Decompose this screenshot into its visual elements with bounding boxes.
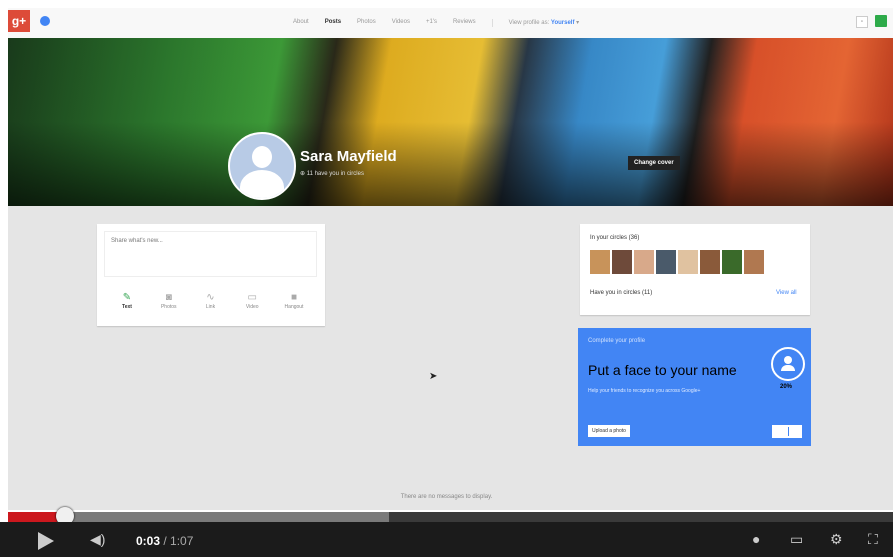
gplus-topbar: g+ About Posts Photos Videos +1's Review…: [8, 8, 893, 39]
in-your-circles-title[interactable]: In your circles (36): [590, 235, 639, 241]
camera-icon: ◙: [165, 292, 172, 303]
share-link-button[interactable]: ∿ Link: [196, 292, 226, 310]
share-link-label: Link: [205, 304, 216, 310]
play-icon[interactable]: [38, 532, 54, 550]
complete-card-pager[interactable]: [772, 425, 802, 438]
circle-member-avatar[interactable]: [722, 250, 742, 274]
complete-profile-label: Complete your profile: [588, 338, 646, 344]
video-progress-bar[interactable]: [8, 512, 893, 522]
complete-profile-subtitle: Help your friends to recognize you acros…: [588, 388, 701, 394]
profile-icon[interactable]: [40, 16, 50, 26]
view-as[interactable]: View profile as: Yourself ▾: [509, 19, 580, 27]
circle-member-avatar[interactable]: [700, 250, 720, 274]
change-cover-button[interactable]: Change cover: [628, 156, 680, 170]
view-as-value[interactable]: Yourself: [551, 20, 575, 26]
have-you-in-circles[interactable]: Have you in circles (11): [590, 290, 652, 296]
link-icon: ∿: [206, 292, 215, 303]
settings-icon[interactable]: ▫: [856, 16, 868, 28]
complete-profile-title: Put a face to your name: [588, 362, 737, 378]
view-all-link[interactable]: View all: [776, 290, 797, 296]
view-as-label: View profile as:: [508, 20, 550, 26]
circle-faces: [590, 250, 764, 274]
tab-about[interactable]: About: [293, 19, 309, 27]
share-hangout-label: Hangout: [284, 304, 304, 310]
video-frame: g+ About Posts Photos Videos +1's Review…: [0, 0, 893, 557]
hangout-icon: ■: [290, 292, 298, 303]
tab-photos[interactable]: Photos: [357, 19, 376, 27]
share-photos-button[interactable]: ◙ Photos: [154, 292, 184, 310]
progress-body-icon: [781, 365, 795, 371]
captions-icon[interactable]: ▭: [790, 531, 803, 548]
share-hangout-button[interactable]: ■ Hangout: [279, 292, 309, 310]
watch-later-icon[interactable]: ●: [752, 531, 760, 547]
tab-reviews[interactable]: Reviews: [453, 19, 476, 27]
avatar[interactable]: [228, 132, 296, 200]
avatar-head-icon: [252, 146, 272, 168]
profile-circles-text: 11 have you in circles: [306, 171, 364, 177]
hangouts-icon[interactable]: [875, 15, 887, 27]
share-actions: ✎ Text ◙ Photos ∿ Link ▭ Video ■ Hangout: [104, 292, 317, 310]
video-played-bar: [8, 512, 57, 522]
video-icon: ▭: [247, 292, 257, 303]
share-text-button[interactable]: ✎ Text: [112, 292, 142, 310]
empty-stream-message: There are no messages to display.: [400, 494, 493, 500]
circle-member-avatar[interactable]: [656, 250, 676, 274]
profile-circles-count: ⊕ 11 have you in circles: [300, 171, 364, 177]
volume-icon[interactable]: ◀): [90, 531, 105, 548]
cover-shade: [8, 38, 893, 206]
circle-member-avatar[interactable]: [590, 250, 610, 274]
gplus-logo[interactable]: g+: [8, 10, 30, 32]
tab-posts[interactable]: Posts: [325, 19, 341, 27]
profile-progress-percent: 20%: [780, 384, 793, 390]
profile-name: Sara Mayfield: [300, 148, 397, 165]
avatar-body-icon: [240, 170, 284, 198]
circle-member-avatar[interactable]: [678, 250, 698, 274]
video-duration: 1:07: [170, 534, 194, 548]
cover-photo: [8, 38, 893, 206]
share-input[interactable]: Share what's new...: [104, 231, 317, 277]
tab-divider: [491, 19, 493, 27]
progress-head-icon: [784, 356, 792, 364]
circle-member-avatar[interactable]: [612, 250, 632, 274]
fullscreen-icon[interactable]: ⛶: [868, 531, 878, 548]
tab-videos[interactable]: Videos: [392, 19, 410, 27]
share-photos-label: Photos: [160, 304, 177, 310]
pencil-icon: ✎: [122, 292, 132, 303]
video-time: 0:03 / 1:07: [136, 534, 194, 548]
share-video-label: Video: [245, 304, 259, 310]
profile-tabs: About Posts Photos Videos +1's Reviews V…: [293, 19, 579, 27]
mouse-cursor-icon: ➤: [429, 371, 438, 382]
circle-member-avatar[interactable]: [744, 250, 764, 274]
share-text-label: Text: [122, 304, 132, 310]
gear-icon[interactable]: ⚙: [830, 531, 843, 548]
tab-plus-ones[interactable]: +1's: [426, 19, 437, 27]
circle-member-avatar[interactable]: [634, 250, 654, 274]
upload-photo-button[interactable]: Upload a photo: [588, 425, 630, 437]
share-video-button[interactable]: ▭ Video: [237, 292, 267, 310]
video-current-time: 0:03: [136, 534, 161, 548]
profile-progress-icon: [771, 347, 805, 381]
